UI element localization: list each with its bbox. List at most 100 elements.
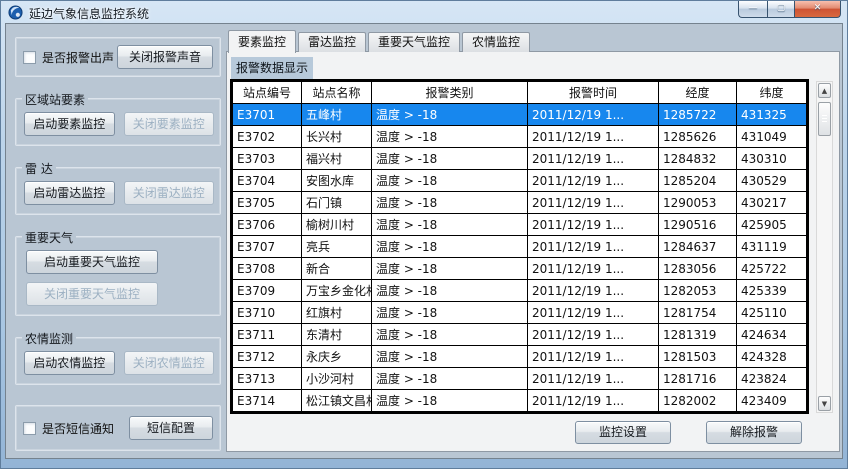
table-cell: 红旗村 [302,302,372,324]
table-row[interactable]: E3704安图水库温度 > -182011/12/19 1...12852044… [233,170,807,192]
table-row[interactable]: E3707亮兵温度 > -182011/12/19 1...1284637431… [233,236,807,258]
table-row[interactable]: E3714松江镇文昌村温度 > -182011/12/19 1...128200… [233,390,807,412]
table-cell: 424328 [737,346,807,368]
table-cell: 1285626 [659,126,737,148]
table-cell: 425339 [737,280,807,302]
dismiss-alarm-button[interactable]: 解除报警 [706,421,802,444]
group-element-monitor: 区域站要素 启动要素监控 关闭要素监控 [15,98,221,146]
table-cell: 温度 > -18 [372,324,528,346]
table-cell: 温度 > -18 [372,148,528,170]
stop-element-monitor-button: 关闭要素监控 [124,112,215,136]
table-cell: 1281319 [659,324,737,346]
group-radar-monitor: 雷 达 启动雷达监控 关闭雷达监控 [15,167,221,215]
sms-config-button[interactable]: 短信配置 [129,416,213,440]
table-cell: E3703 [233,148,302,170]
column-header[interactable]: 经度 [659,82,737,104]
table-cell: 亮兵 [302,236,372,258]
tab-strip: 要素监控 雷达监控 重要天气监控 农情监控 [226,30,840,52]
tab-severe-weather-monitor[interactable]: 重要天气监控 [368,32,460,52]
table-cell: 温度 > -18 [372,302,528,324]
table-cell: 2011/12/19 1... [528,214,659,236]
table-cell: 温度 > -18 [372,280,528,302]
table-cell: 423409 [737,390,807,412]
table-row[interactable]: E3711东清村温度 > -182011/12/19 1...128131942… [233,324,807,346]
start-severe-weather-monitor-button[interactable]: 启动重要天气监控 [26,250,158,274]
table-cell: 1282002 [659,390,737,412]
column-header[interactable]: 站点名称 [302,82,372,104]
caption-buttons: — ▢ ✕ [738,1,841,18]
window-title: 延边气象信息监控系统 [29,5,149,22]
sms-notify-checkbox[interactable] [23,422,36,435]
table-cell: 1290516 [659,214,737,236]
close-alarm-sound-button[interactable]: 关闭报警声音 [117,45,213,69]
table-cell: 1284832 [659,148,737,170]
tab-element-monitor[interactable]: 要素监控 [228,30,296,53]
scrollbar-down-button[interactable]: ▼ [818,396,831,411]
table-cell: 2011/12/19 1... [528,126,659,148]
table-row[interactable]: E3701五峰村温度 > -182011/12/19 1...128572243… [233,104,807,126]
table-row[interactable]: E3706榆树川村温度 > -182011/12/19 1...12905164… [233,214,807,236]
window-frame: 延边气象信息监控系统 — ▢ ✕ 是否报警出声 关闭报警声音 区域站要素 启动要… [0,0,848,469]
table-cell: 1283056 [659,258,737,280]
table-cell: 石门镇 [302,192,372,214]
monitor-settings-button[interactable]: 监控设置 [575,421,671,444]
table-cell: 温度 > -18 [372,104,528,126]
table-cell: 424634 [737,324,807,346]
table-cell: 2011/12/19 1... [528,390,659,412]
alarm-data-grid: 站点编号站点名称报警类别报警时间经度纬度 E3701五峰村温度 > -18201… [230,79,809,414]
scrollbar-thumb[interactable] [818,102,831,136]
start-agriculture-monitor-button[interactable]: 启动农情监控 [24,351,115,375]
table-cell: E3713 [233,368,302,390]
scrollbar-up-button[interactable]: ▲ [818,83,831,98]
table-row[interactable]: E3708新合温度 > -182011/12/19 1...1283056425… [233,258,807,280]
stop-agriculture-monitor-button: 关闭农情监控 [124,351,215,375]
table-row[interactable]: E3705石门镇温度 > -182011/12/19 1...129005343… [233,192,807,214]
table-cell: 1285722 [659,104,737,126]
app-icon [8,5,23,20]
start-radar-monitor-button[interactable]: 启动雷达监控 [24,181,115,205]
table-cell: 温度 > -18 [372,126,528,148]
close-button[interactable]: ✕ [795,1,841,18]
sidebar: 是否报警出声 关闭报警声音 区域站要素 启动要素监控 关闭要素监控 雷 达 启动… [10,24,226,458]
table-body: E3701五峰村温度 > -182011/12/19 1...128572243… [233,104,807,412]
minimize-button[interactable]: — [738,1,767,18]
group-severe-weather-monitor: 重要天气 启动重要天气监控 关闭重要天气监控 [15,236,221,316]
main-panel: 要素监控 雷达监控 重要天气监控 农情监控 报警数据显示 站点编号站点名称报警类… [226,30,840,452]
table-row[interactable]: E3710红旗村温度 > -182011/12/19 1...128175442… [233,302,807,324]
table-cell: 2011/12/19 1... [528,258,659,280]
table-cell: 2011/12/19 1... [528,368,659,390]
table-row[interactable]: E3703福兴村温度 > -182011/12/19 1...128483243… [233,148,807,170]
table-cell: 1281754 [659,302,737,324]
table-row[interactable]: E3702长兴村温度 > -182011/12/19 1...128562643… [233,126,807,148]
tab-agriculture-monitor[interactable]: 农情监控 [462,32,530,52]
table-cell: 温度 > -18 [372,214,528,236]
stop-severe-weather-monitor-button: 关闭重要天气监控 [26,282,158,306]
table-cell: 430529 [737,170,807,192]
table-row[interactable]: E3712永庆乡温度 > -182011/12/19 1...128150342… [233,346,807,368]
table-cell: 温度 > -18 [372,258,528,280]
table-cell: 五峰村 [302,104,372,126]
table-cell: 东清村 [302,324,372,346]
alarm-sound-checkbox[interactable] [23,51,36,64]
column-header[interactable]: 站点编号 [233,82,302,104]
table-cell: 2011/12/19 1... [528,236,659,258]
client-area: 是否报警出声 关闭报警声音 区域站要素 启动要素监控 关闭要素监控 雷 达 启动… [5,23,843,459]
table-cell: E3707 [233,236,302,258]
sms-notify-group: 是否短信通知 短信配置 [15,405,221,451]
column-header[interactable]: 报警类别 [372,82,528,104]
grid-vertical-scrollbar[interactable]: ▲ ▼ [816,81,833,413]
column-header[interactable]: 报警时间 [528,82,659,104]
table-row[interactable]: E3713小沙河村温度 > -182011/12/19 1...12817164… [233,368,807,390]
stop-radar-monitor-button: 关闭雷达监控 [124,181,215,205]
table-row[interactable]: E3709万宝乡金化村温度 > -182011/12/19 1...128205… [233,280,807,302]
tab-radar-monitor[interactable]: 雷达监控 [298,32,366,52]
table-cell: 1284637 [659,236,737,258]
maximize-button[interactable]: ▢ [767,1,795,18]
table-cell: E3704 [233,170,302,192]
column-header[interactable]: 纬度 [737,82,807,104]
group-title: 农情监测 [22,330,76,347]
table-cell: 2011/12/19 1... [528,104,659,126]
table-cell: 温度 > -18 [372,192,528,214]
start-element-monitor-button[interactable]: 启动要素监控 [24,112,115,136]
table-cell: 1285204 [659,170,737,192]
